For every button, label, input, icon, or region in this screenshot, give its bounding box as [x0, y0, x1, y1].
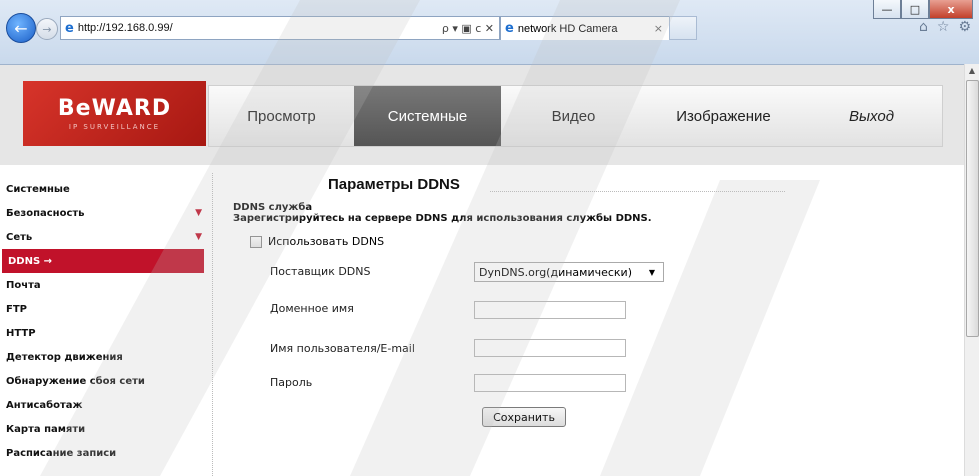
star-icon[interactable]: ☆ — [937, 19, 950, 35]
back-button[interactable]: ← — [6, 13, 36, 43]
sidebar-item-motion-detector[interactable]: Детектор движения — [0, 345, 208, 369]
nav-image[interactable]: Изображение — [646, 86, 801, 146]
address-url[interactable]: http://192.168.0.99/ — [78, 22, 442, 34]
use-ddns-row: Использовать DDNS — [250, 235, 384, 248]
sidebar-divider — [212, 173, 214, 476]
provider-value: DynDNS.org(динамически) — [479, 265, 632, 279]
gear-icon[interactable]: ⚙ — [958, 19, 971, 35]
new-tab-button[interactable] — [669, 16, 697, 40]
address-controls[interactable]: ρ ▾ ▣ c ✕ — [442, 22, 499, 35]
address-bar[interactable]: e http://192.168.0.99/ ρ ▾ ▣ c ✕ — [60, 16, 500, 40]
sidebar-item-label: Безопасность — [6, 207, 85, 219]
domain-input[interactable] — [474, 301, 626, 319]
toolbar-icons: ⌂ ☆ ⚙ — [919, 19, 971, 35]
nav-video[interactable]: Видео — [501, 86, 646, 146]
sidebar-item-http[interactable]: HTTP — [0, 321, 208, 345]
service-heading: DDNS служба — [233, 202, 313, 213]
close-window-button[interactable]: x — [929, 0, 973, 19]
password-label: Пароль — [270, 376, 313, 389]
sidebar-item-memory-card[interactable]: Карта памяти — [0, 417, 208, 441]
minimize-button[interactable]: — — [873, 0, 901, 19]
scroll-up-icon[interactable]: ▲ — [965, 64, 979, 78]
ie-tab-icon: e — [505, 21, 514, 36]
maximize-button[interactable]: □ — [901, 0, 929, 19]
nav-view[interactable]: Просмотр — [209, 86, 354, 146]
sidebar-item-network[interactable]: Сеть ▼ — [0, 225, 208, 249]
sidebar-item-network-failure[interactable]: Обнаружение сбоя сети — [0, 369, 208, 393]
logo-text: BeWARD — [57, 96, 172, 121]
sidebar-item-security[interactable]: Безопасность ▼ — [0, 201, 208, 225]
top-navigation: Просмотр Системные Видео Изображение Вых… — [208, 85, 943, 147]
ie-page-icon: e — [65, 20, 74, 36]
window-controls: — □ x — [873, 0, 973, 19]
title-divider — [490, 191, 785, 192]
chevron-down-icon: ▼ — [195, 208, 202, 218]
dropdown-caret-icon: ▼ — [648, 267, 655, 277]
sidebar-item-ftp[interactable]: FTP — [0, 297, 208, 321]
provider-label: Поставщик DDNS — [270, 265, 371, 278]
browser-chrome: — □ x ← → e http://192.168.0.99/ ρ ▾ ▣ c… — [0, 0, 979, 65]
sidebar-item-label: Сеть — [6, 231, 33, 243]
nav-logout[interactable]: Выход — [801, 86, 942, 146]
logo-subtitle: IP SURVEILLANCE — [68, 123, 161, 131]
sidebar: Системные Безопасность ▼ Сеть ▼ DDNS → П… — [0, 177, 208, 465]
tab-close-icon[interactable]: × — [654, 22, 669, 35]
header-banner: BeWARD IP SURVEILLANCE Просмотр Системны… — [0, 65, 965, 165]
web-page: BeWARD IP SURVEILLANCE Просмотр Системны… — [0, 65, 965, 476]
username-label: Имя пользователя/E-mail — [270, 342, 415, 355]
username-input[interactable] — [474, 339, 626, 357]
sidebar-item-mail[interactable]: Почта — [0, 273, 208, 297]
sidebar-item-system[interactable]: Системные — [0, 177, 208, 201]
use-ddns-checkbox[interactable] — [250, 235, 262, 248]
use-ddns-label: Использовать DDNS — [268, 235, 385, 248]
sidebar-item-tamper[interactable]: Антисаботаж — [0, 393, 208, 417]
scroll-thumb[interactable] — [966, 80, 979, 337]
provider-select[interactable]: DynDNS.org(динамически) ▼ — [474, 262, 664, 282]
save-button[interactable]: Сохранить — [482, 407, 566, 427]
vertical-scrollbar[interactable]: ▲ — [964, 64, 979, 476]
forward-button[interactable]: → — [36, 18, 58, 40]
back-arrow-icon: ← — [14, 18, 28, 38]
password-input[interactable] — [474, 374, 626, 392]
beward-logo: BeWARD IP SURVEILLANCE — [23, 81, 206, 146]
page-title: Параметры DDNS — [328, 176, 460, 193]
chevron-down-icon: ▼ — [195, 232, 202, 242]
browser-tab[interactable]: e network HD Camera × — [500, 16, 670, 40]
domain-label: Доменное имя — [270, 302, 354, 315]
tab-title: network HD Camera — [517, 22, 618, 35]
nav-system[interactable]: Системные — [354, 86, 501, 146]
sidebar-item-ddns[interactable]: DDNS → — [2, 249, 204, 273]
sidebar-item-record-schedule[interactable]: Расписание записи — [0, 441, 208, 465]
home-icon[interactable]: ⌂ — [919, 19, 928, 35]
forward-arrow-icon: → — [42, 22, 52, 36]
service-description: Зарегистрируйтесь на сервере DDNS для ис… — [233, 213, 652, 224]
